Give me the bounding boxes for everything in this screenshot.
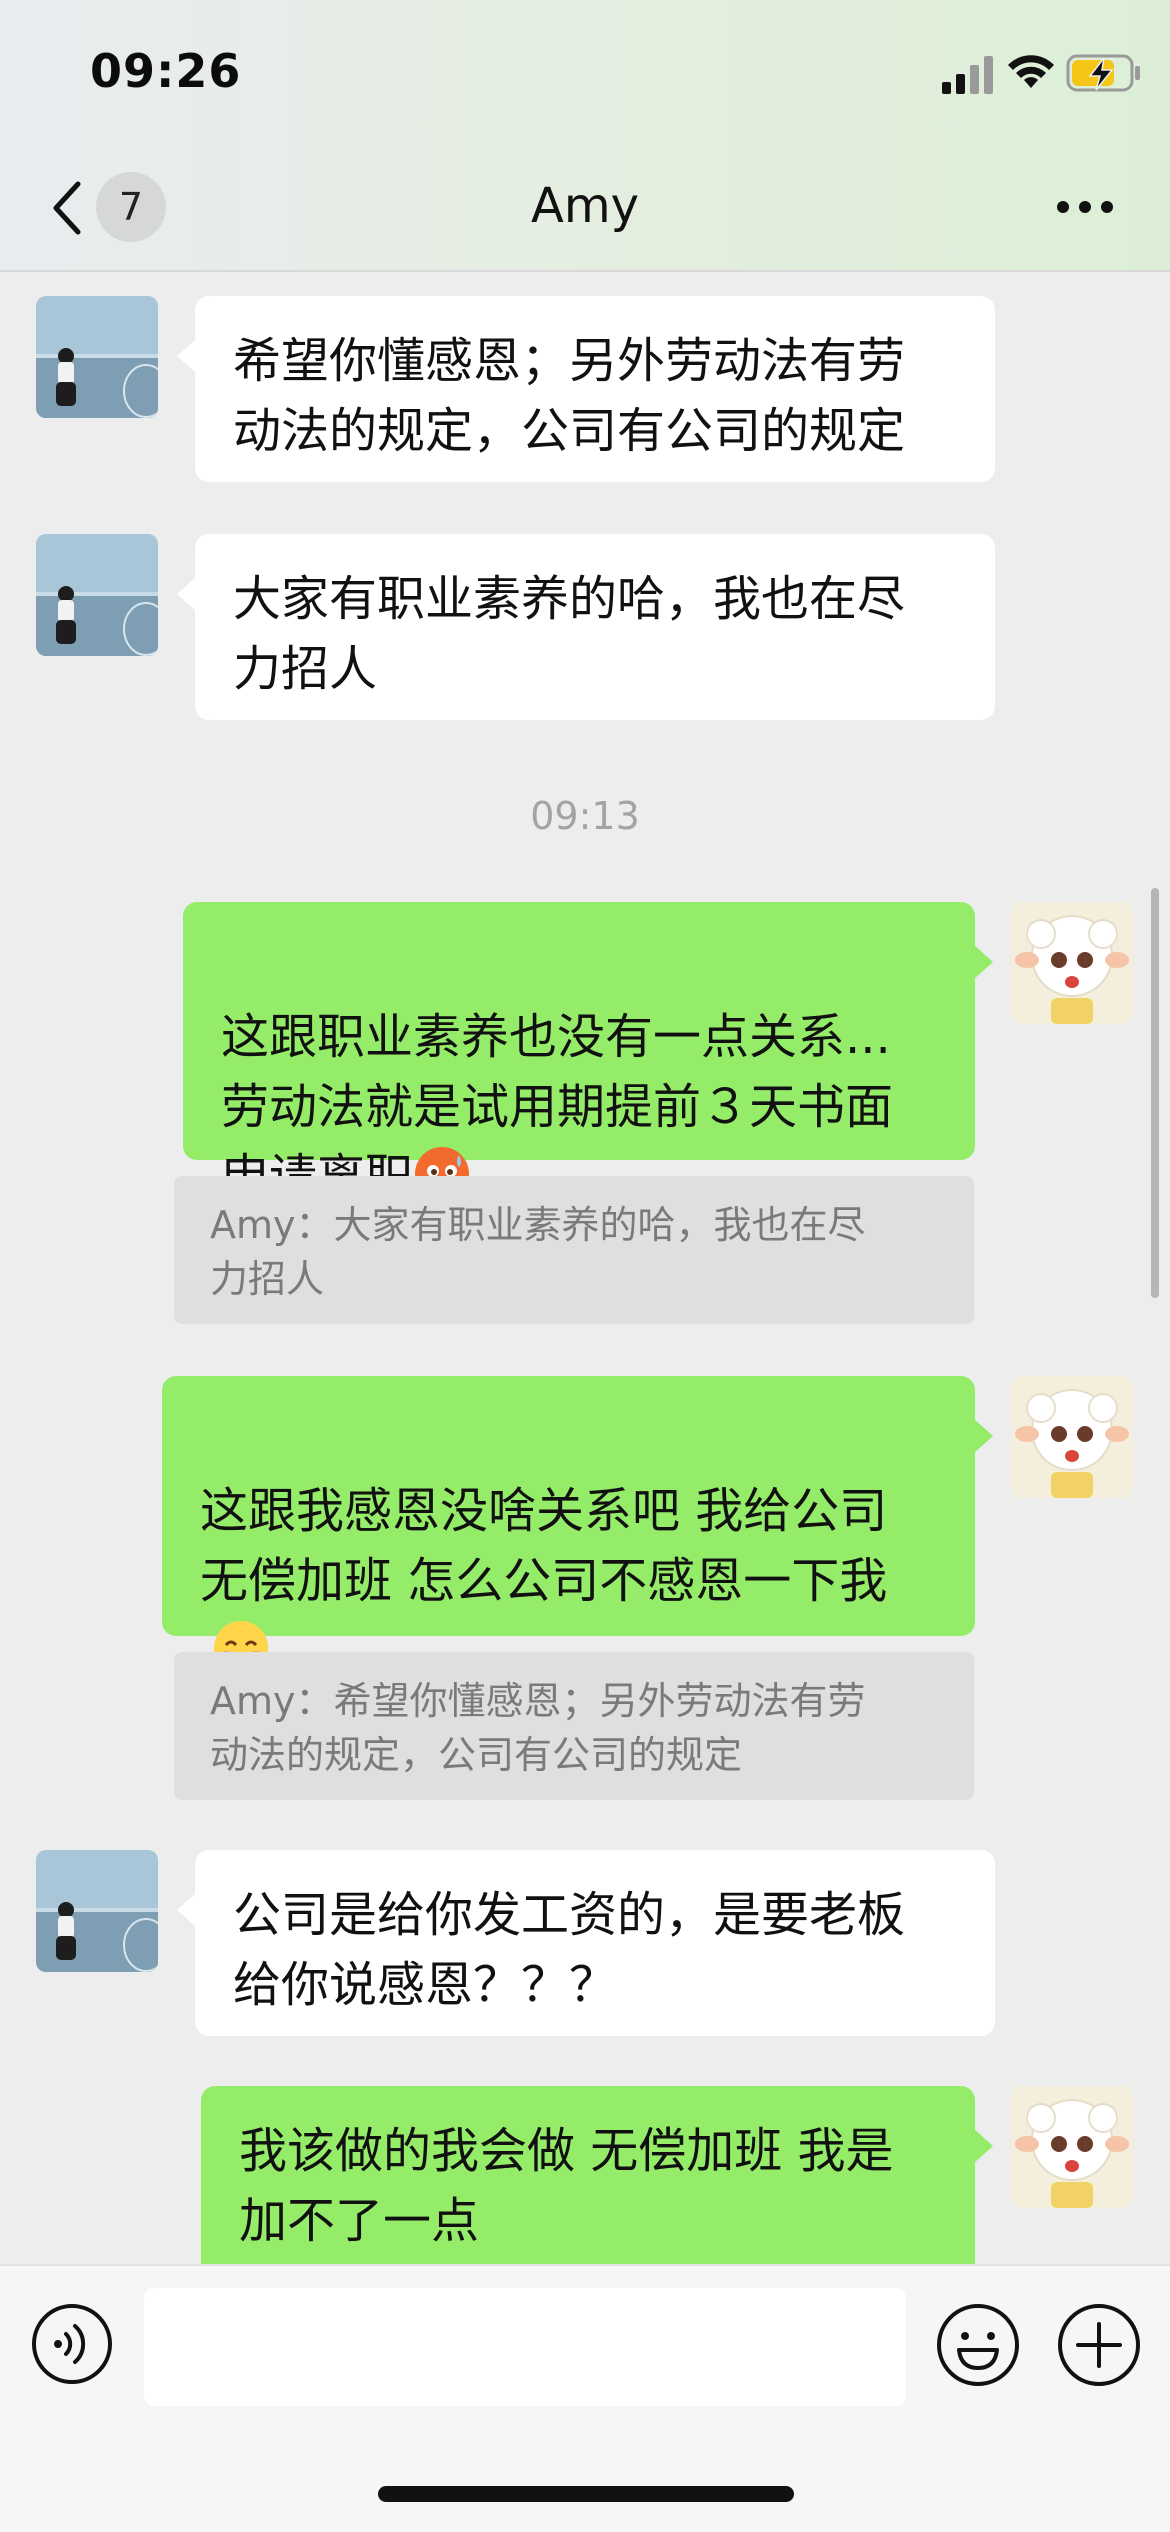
chat-title: Amy — [531, 178, 639, 234]
chat-header: 7 Amy — [0, 150, 1170, 272]
status-icons — [942, 50, 1140, 100]
quoted-reply[interactable]: Amy：大家有职业素养的哈，我也在尽 力招人 — [174, 1176, 974, 1324]
message-input[interactable] — [144, 2288, 906, 2406]
message-bubble-outgoing[interactable]: 这跟我感恩没啥关系吧 我给公司 无偿加班 怎么公司不感恩一下我 — [162, 1376, 993, 1675]
message-bubble-incoming[interactable]: 希望你懂感恩；另外劳动法有劳 动法的规定，公司有公司的规定 — [177, 296, 995, 482]
status-bar: 09:26 — [0, 0, 1170, 150]
message-bubble-outgoing[interactable]: 这跟职业素养也没有一点关系... 劳动法就是试用期提前３天书面 申请离职 — [183, 902, 993, 1205]
message-text: 这跟我感恩没啥关系吧 我给公司 无偿加班 怎么公司不感恩一下我 — [200, 1483, 888, 1609]
more-dots-icon[interactable] — [1056, 200, 1114, 214]
contact-avatar[interactable] — [36, 534, 158, 656]
battery-charging-icon — [1066, 54, 1140, 92]
chat-messages: 希望你懂感恩；另外劳动法有劳 动法的规定，公司有公司的规定 大家有职业素养的哈，… — [0, 272, 1170, 2264]
emoji-icon[interactable] — [935, 2302, 1021, 2388]
home-indicator[interactable] — [378, 2486, 794, 2502]
message-bubble-incoming[interactable]: 大家有职业素养的哈，我也在尽 力招人 — [177, 534, 995, 720]
status-time: 09:26 — [90, 44, 242, 98]
message-bubble-outgoing[interactable]: 我该做的我会做 无偿加班 我是 加不了一点 — [201, 2086, 993, 2264]
scroll-indicator[interactable] — [1151, 888, 1159, 1298]
my-avatar[interactable] — [1011, 2086, 1133, 2208]
input-bar — [0, 2264, 1170, 2532]
my-avatar[interactable] — [1011, 902, 1133, 1024]
message-timestamp: 09:13 — [530, 794, 640, 838]
quoted-reply[interactable]: Amy：希望你懂感恩；另外劳动法有劳 动法的规定，公司有公司的规定 — [174, 1652, 974, 1800]
signal-icon — [942, 56, 993, 94]
voice-icon[interactable] — [30, 2302, 114, 2386]
my-avatar[interactable] — [1011, 1376, 1133, 1498]
contact-avatar[interactable] — [36, 296, 158, 418]
wifi-icon — [1008, 55, 1054, 88]
contact-avatar[interactable] — [36, 1850, 158, 1972]
message-bubble-incoming[interactable]: 公司是给你发工资的，是要老板 给你说感恩？？？ — [177, 1850, 995, 2036]
plus-icon[interactable] — [1056, 2302, 1142, 2388]
